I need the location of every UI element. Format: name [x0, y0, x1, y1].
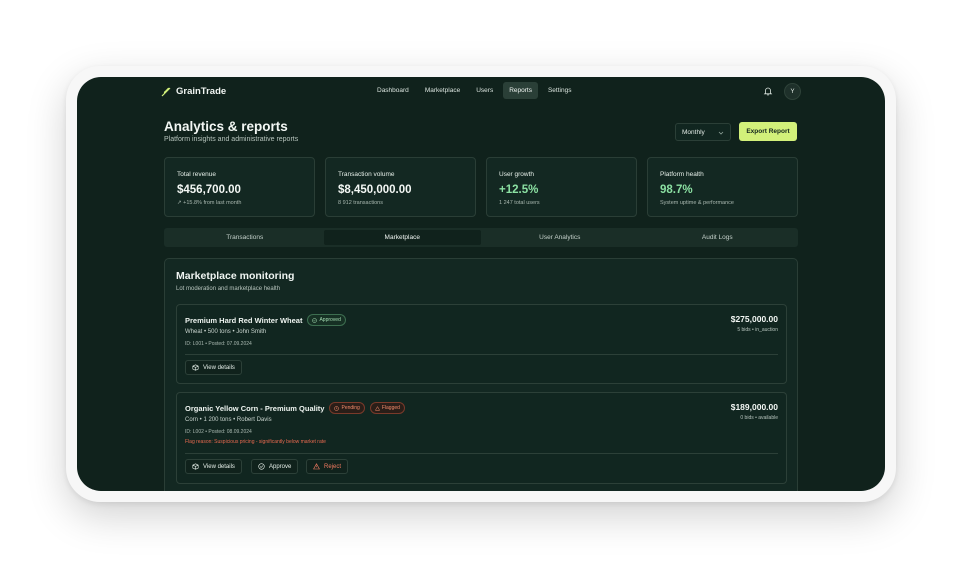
brand-name: GrainTrade: [176, 86, 227, 97]
nav-settings[interactable]: Settings: [542, 82, 578, 99]
lot-id: ID: L001 • Posted: 07.09.2024: [185, 341, 252, 347]
status-label: Approved: [319, 317, 341, 323]
lot-bids: 0 bids • available: [740, 415, 778, 421]
approve-button[interactable]: Approve: [251, 459, 299, 474]
status-badge: Approved: [307, 314, 346, 326]
user-avatar[interactable]: Y: [784, 83, 801, 100]
period-select[interactable]: Monthly: [675, 123, 731, 141]
lot-meta: Wheat • 500 tons • John Smith: [185, 329, 267, 335]
stat-subtext: 1 247 total users: [499, 200, 540, 206]
lot-bids: 5 bids • in_auction: [737, 327, 778, 333]
tab-marketplace[interactable]: Marketplace: [323, 230, 481, 245]
stat-label: Platform health: [660, 171, 704, 178]
panel-subtitle: Lot moderation and marketplace health: [176, 286, 281, 292]
lot-price: $189,000.00: [730, 402, 778, 412]
button-label: Approve: [269, 463, 292, 470]
warning-icon: [313, 463, 320, 470]
button-label: View details: [203, 463, 235, 470]
nav-reports[interactable]: Reports: [503, 82, 538, 99]
stat-subtext: System uptime & performance: [660, 200, 734, 206]
top-navbar: GrainTrade Dashboard Marketplace Users R…: [77, 77, 885, 107]
page-subtitle: Platform insights and administrative rep…: [164, 136, 299, 143]
export-report-button[interactable]: Export Report: [739, 122, 797, 141]
box-icon: [192, 364, 199, 371]
period-value: Monthly: [682, 128, 705, 136]
tab-audit-logs[interactable]: Audit Logs: [639, 230, 797, 245]
stat-label: Total revenue: [177, 171, 217, 178]
page-title: Analytics & reports: [164, 119, 288, 134]
nav-users[interactable]: Users: [470, 82, 499, 99]
lot-title: Premium Hard Red Winter Wheat: [185, 315, 303, 325]
warning-icon: [374, 405, 380, 411]
lot-card: Premium Hard Red Winter Wheat Approved W…: [176, 304, 787, 384]
lot-meta: Corn • 1 200 tons • Robert Davis: [185, 417, 272, 423]
stat-subtext: ↗ +15.8% from last month: [177, 200, 242, 206]
bell-icon[interactable]: [763, 86, 773, 96]
box-icon: [192, 463, 199, 470]
lot-title-row: Organic Yellow Corn - Premium Quality Pe…: [185, 402, 405, 414]
flag-reason: Flag reason: Suspicious pricing - signif…: [185, 439, 326, 445]
flag-label: Flagged: [381, 405, 400, 411]
stat-value: $8,450,000.00: [338, 184, 412, 196]
lot-title-row: Premium Hard Red Winter Wheat Approved: [185, 314, 346, 326]
reject-button[interactable]: Reject: [306, 459, 349, 474]
clock-icon: [334, 405, 340, 411]
chevron-down-icon: [718, 131, 724, 135]
button-label: Reject: [324, 463, 342, 470]
app-screen: GrainTrade Dashboard Marketplace Users R…: [77, 77, 885, 491]
device-frame: GrainTrade Dashboard Marketplace Users R…: [66, 66, 896, 502]
divider: [185, 453, 778, 454]
lot-card: Organic Yellow Corn - Premium Quality Pe…: [176, 392, 787, 484]
flagged-badge: Flagged: [369, 402, 405, 414]
stat-card-revenue: Total revenue $456,700.00 ↗ +15.8% from …: [164, 157, 315, 217]
button-label: View details: [203, 364, 235, 371]
check-circle-icon: [312, 317, 318, 323]
check-circle-icon: [258, 463, 265, 470]
stat-subtext: 8 912 transactions: [338, 200, 383, 206]
brand-logo[interactable]: GrainTrade: [161, 86, 226, 97]
marketplace-panel: Marketplace monitoring Lot moderation an…: [164, 258, 798, 491]
nav-marketplace[interactable]: Marketplace: [419, 82, 466, 99]
status-badge: Pending: [329, 402, 365, 414]
stat-card-user-growth: User growth +12.5% 1 247 total users: [486, 157, 637, 217]
main-nav: Dashboard Marketplace Users Reports Sett…: [371, 82, 577, 99]
wheat-icon: [161, 87, 171, 96]
lot-price: $275,000.00: [730, 314, 778, 324]
stat-value: 98.7%: [660, 184, 693, 196]
view-details-button[interactable]: View details: [185, 360, 242, 375]
panel-title: Marketplace monitoring: [176, 270, 295, 282]
tab-transactions[interactable]: Transactions: [166, 230, 324, 245]
stat-value: +12.5%: [499, 184, 539, 196]
stat-card-platform-health: Platform health 98.7% System uptime & pe…: [647, 157, 798, 217]
tab-user-analytics[interactable]: User Analytics: [481, 230, 639, 245]
stat-card-volume: Transaction volume $8,450,000.00 8 912 t…: [325, 157, 476, 217]
divider: [185, 354, 778, 355]
stat-label: Transaction volume: [338, 171, 395, 178]
status-label: Pending: [341, 405, 360, 411]
report-tabs: Transactions Marketplace User Analytics …: [164, 228, 798, 247]
view-details-button[interactable]: View details: [185, 459, 242, 474]
stat-value: $456,700.00: [177, 184, 241, 196]
nav-dashboard[interactable]: Dashboard: [371, 82, 415, 99]
lot-id: ID: L002 • Posted: 08.09.2024: [185, 429, 252, 435]
lot-title: Organic Yellow Corn - Premium Quality: [185, 403, 325, 413]
stat-label: User growth: [499, 171, 535, 178]
